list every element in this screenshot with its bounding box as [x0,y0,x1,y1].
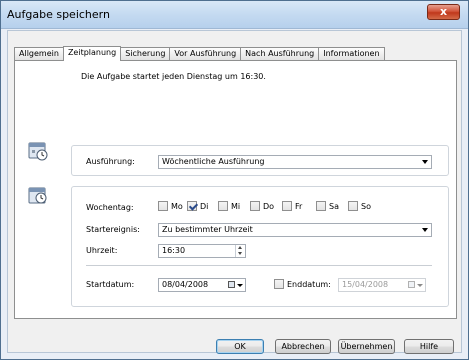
end-date-value: 15/04/2008 [342,280,389,289]
weekday-so-label: So [361,202,371,211]
calendar-dropdown-icon[interactable] [407,279,423,291]
end-date-checkbox[interactable] [274,279,284,289]
weekday-mo-label: Mo [171,202,183,211]
calendar-icon [408,281,415,288]
close-button[interactable]: x [427,4,460,20]
execution-select[interactable]: Wöchentliche Ausführung [158,155,432,169]
start-event-select[interactable]: Zu bestimmter Uhrzeit [158,223,432,237]
tab-vor-ausfuehrung[interactable]: Vor Ausführung [169,47,242,60]
tab-sicherung[interactable]: Sicherung [120,47,171,60]
save-task-dialog: Aufgabe speichern x Allgemein Zeitplanun… [0,0,469,360]
chevron-down-icon [237,284,243,287]
tab-bar: Allgemein Zeitplanung Sicherung Vor Ausf… [14,46,385,61]
calendar-dropdown-icon[interactable] [227,279,243,291]
weekday-do-label: Do [263,202,275,211]
tab-zeitplanung[interactable]: Zeitplanung [62,46,122,61]
end-date-picker[interactable]: 15/04/2008 [338,278,426,292]
time-input-value: 16:30 [162,246,186,255]
weekday-label: Wochentag: [86,203,134,212]
weekday-mo-checkbox[interactable] [158,201,168,211]
ok-button[interactable]: OK [216,339,264,354]
title-bar[interactable]: Aufgabe speichern x [1,1,468,29]
start-event-select-value: Zu bestimmter Uhrzeit [162,225,253,234]
weekday-fr-checkbox[interactable] [282,201,292,211]
start-date-value: 08/04/2008 [162,280,209,289]
schedule-tab-panel: Die Aufgabe startet jeden Dienstag um 16… [14,60,457,319]
apply-button[interactable]: Übernehmen [338,339,395,354]
time-label: Uhrzeit: [86,246,118,255]
weekday-do-checkbox[interactable] [250,201,260,211]
time-input[interactable]: 16:30 [158,244,246,258]
end-date-label: Enddatum: [287,280,331,289]
weekday-di-label: Di [200,202,209,211]
weekday-mi-checkbox[interactable] [218,201,228,211]
start-date-label: Startdatum: [86,280,135,289]
close-icon: x [439,5,448,18]
cancel-button[interactable]: Abbrechen [275,339,331,354]
dialog-client-area: Allgemein Zeitplanung Sicherung Vor Ausf… [7,30,462,354]
weekly-options-group: Wochentag: Mo Di Mi Do Fr Sa So Startere… [71,186,449,307]
schedule-summary: Die Aufgabe startet jeden Dienstag um 16… [81,72,266,81]
execution-label: Ausführung: [86,157,135,166]
calendar-clock-icon [28,187,47,204]
start-event-label: Startereignis: [86,225,140,234]
spin-up-icon [238,246,242,249]
window-title: Aufgabe speichern [7,8,110,21]
weekday-mi-label: Mi [231,202,241,211]
start-date-picker[interactable]: 08/04/2008 [158,278,246,292]
spin-down-icon [238,252,242,255]
execution-group: Ausführung: Wöchentliche Ausführung [71,145,449,176]
chevron-down-icon [422,160,428,164]
tab-nach-ausfuehrung[interactable]: Nach Ausführung [240,47,320,60]
weekday-sa-label: Sa [329,202,339,211]
weekday-so-checkbox[interactable] [348,201,358,211]
tab-informationen[interactable]: Informationen [318,47,385,60]
help-button[interactable]: Hilfe [404,339,454,354]
tab-allgemein[interactable]: Allgemein [14,47,64,60]
execution-select-value: Wöchentliche Ausführung [162,157,265,166]
weekday-di-checkbox[interactable] [187,201,197,211]
chevron-down-icon [422,228,428,232]
weekday-sa-checkbox[interactable] [316,201,326,211]
chevron-down-icon [417,284,423,287]
scheduler-clock-icon [28,142,48,161]
weekday-fr-label: Fr [295,202,303,211]
time-spinner[interactable] [235,245,244,257]
calendar-icon [228,281,235,288]
group-divider [86,265,432,266]
